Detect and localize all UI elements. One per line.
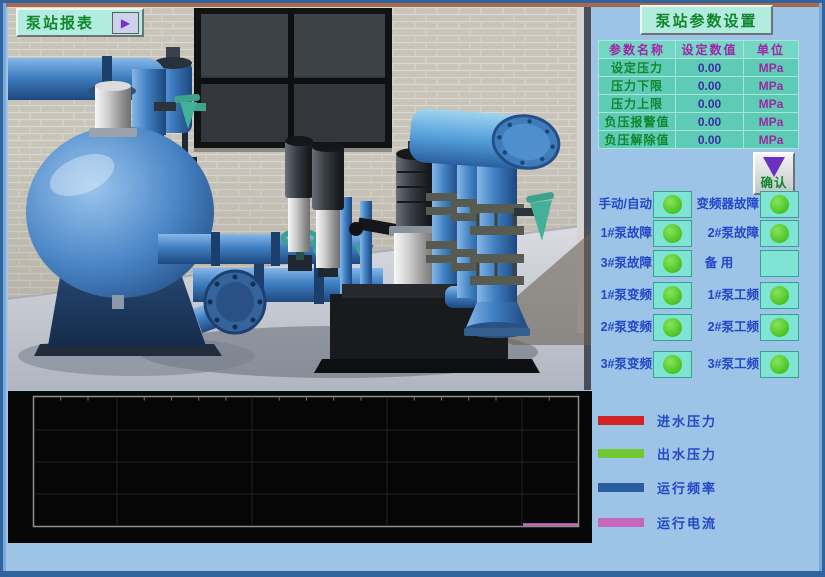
lamp-icon [770,286,789,305]
table-row: 负压报警值 0.00 MPa [599,113,799,131]
table-row: 压力下限 0.00 MPa [599,77,799,95]
indicator-label-pump1-fault: 1#泵故障 [601,221,652,246]
param-value-field[interactable]: 0.00 [676,59,744,77]
indicator-pump3-mains [761,352,798,377]
param-value-field[interactable]: 0.00 [676,131,744,149]
param-value-field[interactable]: 0.00 [676,113,744,131]
indicator-label-pump3-vfd: 3#泵变频 [601,352,652,377]
legend-swatch-outlet [598,449,644,458]
grid-lines [34,397,578,526]
param-unit: MPa [744,77,799,95]
table-row: 负压解除值 0.00 MPa [599,131,799,149]
col-header-value: 设定数值 [676,41,744,59]
indicator-label-pump2-vfd: 2#泵变频 [601,315,652,340]
col-header-name: 参数名称 [599,41,676,59]
indicator-label-pump3-mains: 3#泵工频 [708,352,759,377]
param-name: 压力下限 [599,77,676,95]
indicator-label-pump3-fault: 3#泵故障 [601,251,652,276]
indicator-manual-auto [654,192,691,217]
trend-chart-plot [8,391,592,543]
indicator-label-pump2-mains: 2#泵工频 [708,315,759,340]
lamp-icon [663,195,682,214]
param-unit: MPa [744,59,799,77]
indicator-pump1-fault [654,221,691,246]
parameter-table: 参数名称 设定数值 单位 设定压力 0.00 MPa 压力下限 0.00 MPa… [598,40,799,149]
indicator-label-manual-auto: 手动/自动 [599,192,652,217]
lamp-icon [663,318,682,337]
table-header-row: 参数名称 设定数值 单位 [599,41,799,59]
settings-panel-title: 泵站参数设置 [640,5,773,35]
param-name: 负压报警值 [599,113,676,131]
indicator-spare [761,251,798,276]
lamp-icon [663,224,682,243]
lamp-icon [663,286,682,305]
report-button-label: 泵站报表 [26,12,94,33]
frame-inner-highlight [819,3,822,571]
table-row: 设定压力 0.00 MPa [599,59,799,77]
lamp-icon [663,355,682,374]
indicator-label-pump1-mains: 1#泵工频 [708,283,759,308]
legend-label-inlet: 进水压力 [657,411,717,430]
report-button[interactable]: 泵站报表 ▶ [16,8,144,37]
indicator-pump2-fault [761,221,798,246]
legend-swatch-frequency [598,483,644,492]
lamp-icon [770,318,789,337]
param-value-field[interactable]: 0.00 [676,95,744,113]
legend-swatch-current [598,518,644,527]
lamp-icon [663,254,682,273]
param-value-field[interactable]: 0.00 [676,77,744,95]
legend-label-outlet: 出水压力 [657,444,717,463]
indicator-label-vfd-fault: 变频器故障 [696,192,759,217]
indicator-pump1-mains [761,283,798,308]
legend-swatch-inlet [598,416,644,425]
indicator-pump2-vfd [654,315,691,340]
param-name: 设定压力 [599,59,676,77]
confirm-button[interactable]: 确认 [753,152,795,195]
play-arrow-icon[interactable]: ▶ [112,12,139,34]
pump-station-3d-scene [8,7,591,390]
indicator-label-spare: 备 用 [686,251,752,276]
param-unit: MPa [744,95,799,113]
frame-bottom [0,571,825,577]
legend-label-current: 运行电流 [657,513,717,532]
scene-graphic [8,7,591,390]
param-unit: MPa [744,113,799,131]
param-unit: MPa [744,131,799,149]
window [194,8,392,152]
col-header-unit: 单位 [744,41,799,59]
indicator-pump2-mains [761,315,798,340]
param-name: 压力上限 [599,95,676,113]
indicator-pump1-vfd [654,283,691,308]
hmi-pump-station-screen: { "page": { "bg_color": "#9dc4e6", "fram… [0,0,825,577]
indicator-label-pump1-vfd: 1#泵变频 [601,283,652,308]
indicator-vfd-fault [761,192,798,217]
table-row: 压力上限 0.00 MPa [599,95,799,113]
lamp-icon [770,195,789,214]
lamp-icon [770,355,789,374]
legend-label-frequency: 运行频率 [657,478,717,497]
trend-chart [8,391,592,543]
indicator-label-pump2-fault: 2#泵故障 [708,221,759,246]
lamp-icon [770,224,789,243]
param-name: 负压解除值 [599,131,676,149]
confirm-button-label: 确认 [757,172,791,191]
frame-inner-highlight [3,3,6,571]
indicator-pump3-vfd [654,352,691,377]
